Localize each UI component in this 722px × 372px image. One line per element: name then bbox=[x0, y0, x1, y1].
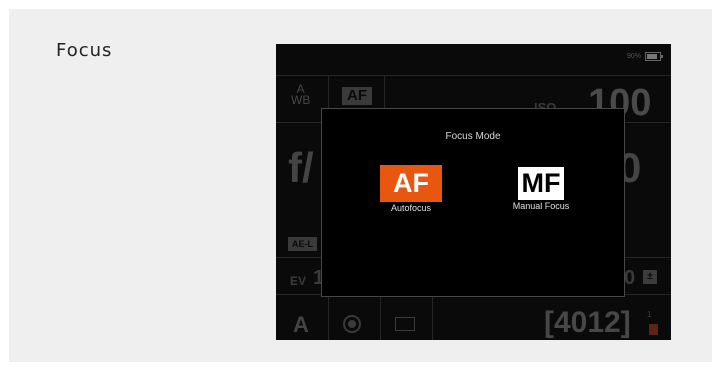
white-balance-indicator[interactable]: A WB bbox=[291, 83, 311, 107]
ev-label: EV bbox=[290, 274, 307, 288]
dialog-title: Focus Mode bbox=[445, 131, 501, 142]
battery-percent: 90% bbox=[626, 53, 641, 60]
grid-divider bbox=[276, 75, 671, 76]
af-indicator[interactable]: AF bbox=[342, 87, 372, 105]
aperture-value[interactable]: f/ bbox=[288, 144, 314, 192]
record-icon[interactable] bbox=[343, 315, 361, 333]
ev-right-value: 0 bbox=[624, 267, 636, 289]
manual-focus-option[interactable]: MF Manual Focus bbox=[481, 165, 601, 211]
battery-icon bbox=[645, 52, 663, 61]
ae-lock-tag: AE-L bbox=[288, 237, 317, 251]
memory-card-icon bbox=[649, 324, 658, 335]
frame-icon[interactable] bbox=[395, 317, 415, 331]
grid-divider bbox=[432, 294, 433, 340]
grid-divider bbox=[328, 294, 329, 340]
autofocus-option[interactable]: AF Autofocus bbox=[351, 165, 471, 213]
section-title: Focus bbox=[56, 40, 113, 61]
shooting-mode[interactable]: A bbox=[293, 312, 309, 338]
manual-focus-label: Manual Focus bbox=[512, 201, 570, 211]
af-badge: AF bbox=[380, 165, 442, 202]
battery-status: 90% bbox=[626, 52, 663, 61]
shots-remaining: [4012] bbox=[544, 306, 631, 339]
grid-divider bbox=[380, 294, 381, 340]
exposure-comp-icon[interactable]: ± bbox=[643, 270, 657, 284]
camera-screen: 90% A WB AF ISO 100 f/ 0 AE-L EV 1 0 ± A… bbox=[276, 44, 671, 340]
content-card: Focus 90% A WB AF ISO 100 f/ 0 AE-L EV 1… bbox=[9, 9, 712, 362]
card-slot-number: 1 bbox=[647, 310, 652, 319]
autofocus-label: Autofocus bbox=[390, 203, 432, 213]
mf-badge: MF bbox=[518, 167, 564, 200]
focus-mode-dialog: Focus Mode AF Autofocus MF Manual Focus bbox=[321, 108, 625, 297]
wb-line-2: WB bbox=[291, 93, 311, 107]
